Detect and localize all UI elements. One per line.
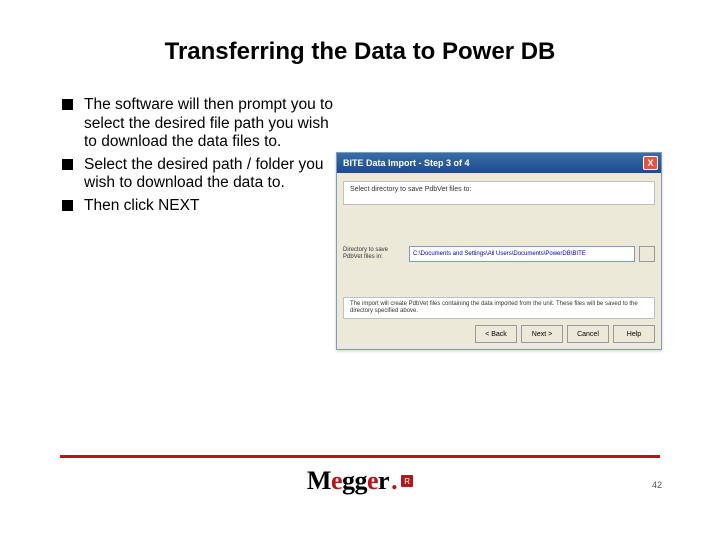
dialog-button-row: < Back Next > Cancel Help [475, 325, 655, 343]
logo-letter: gg [342, 466, 367, 496]
logo-row: M e gg e r . R [0, 466, 720, 496]
page-title: Transferring the Data to Power DB [0, 38, 720, 66]
path-input[interactable]: C:\Documents and Settings\All Users\Docu… [409, 246, 635, 262]
list-item: Select the desired path / folder you wis… [62, 156, 342, 193]
dialog-titlebar: BITE Data Import - Step 3 of 4 X [337, 153, 661, 173]
dialog-note: The import will create PdbVet files cont… [343, 297, 655, 319]
page-number: 42 [652, 480, 662, 490]
logo-dot: . [391, 466, 397, 496]
browse-button[interactable] [639, 246, 655, 262]
close-button[interactable]: X [643, 156, 658, 170]
divider [60, 455, 660, 458]
bullet-body: The software will then prompt you to sel… [62, 96, 342, 220]
import-dialog: BITE Data Import - Step 3 of 4 X Select … [336, 152, 662, 350]
list-item: The software will then prompt you to sel… [62, 96, 342, 152]
next-button[interactable]: Next > [521, 325, 563, 343]
logo-letter: e [367, 466, 378, 496]
help-button[interactable]: Help [613, 325, 655, 343]
logo: M e gg e r . [307, 466, 397, 496]
list-item: Then click NEXT [62, 197, 342, 216]
slide: Transferring the Data to Power DB The so… [0, 0, 720, 540]
dialog-title: BITE Data Import - Step 3 of 4 [343, 158, 470, 168]
logo-registered: R [401, 475, 413, 487]
cancel-button[interactable]: Cancel [567, 325, 609, 343]
path-row: Directory to save PdbVet files in: C:\Do… [343, 243, 655, 265]
bullet-list: The software will then prompt you to sel… [62, 96, 342, 216]
dialog-instruction: Select directory to save PdbVet files to… [343, 181, 655, 205]
logo-letter: e [331, 466, 342, 496]
logo-letter: r [378, 466, 389, 496]
back-button[interactable]: < Back [475, 325, 517, 343]
path-label: Directory to save PdbVet files in: [343, 247, 405, 260]
logo-letter: M [307, 466, 331, 496]
